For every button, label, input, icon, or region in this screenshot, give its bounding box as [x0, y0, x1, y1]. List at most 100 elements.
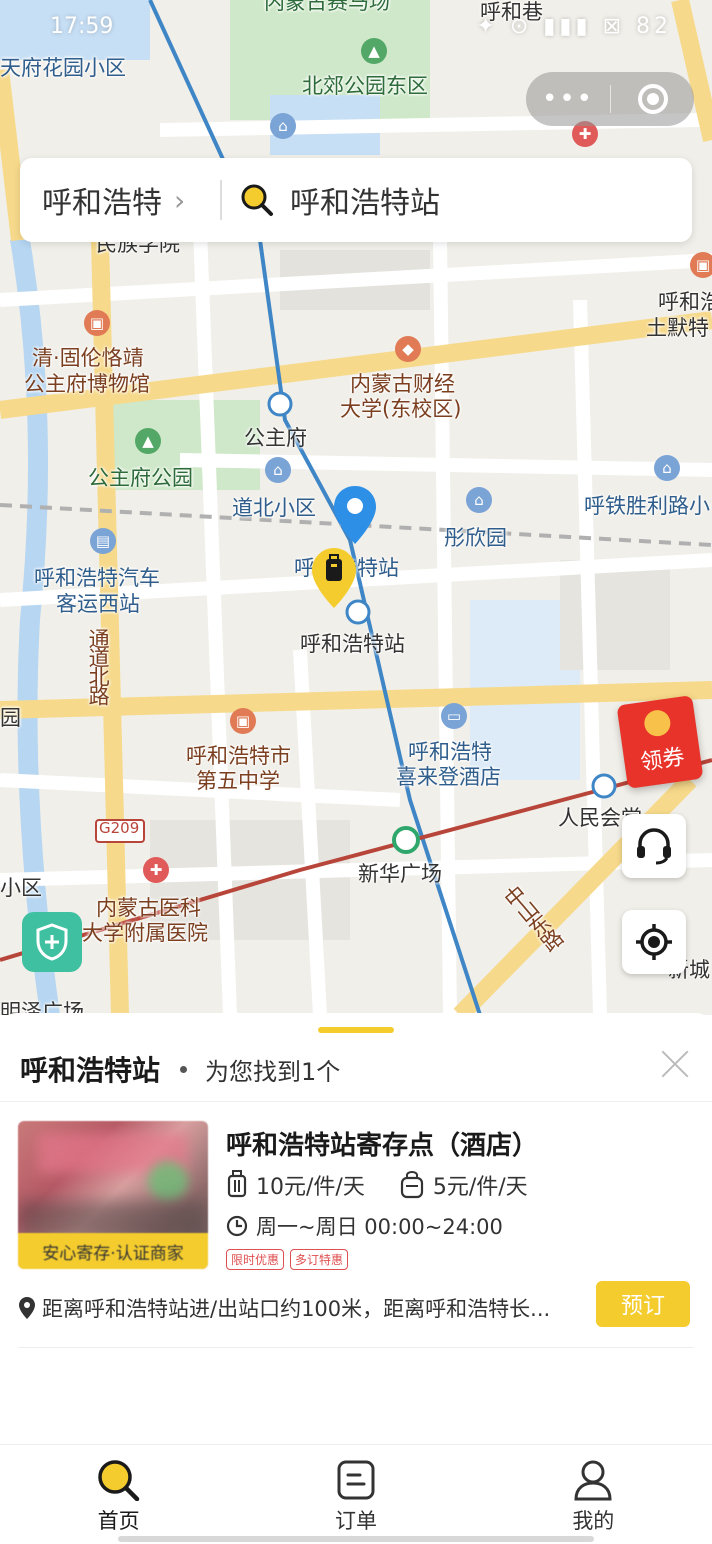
map-pin-icon [19, 1297, 35, 1319]
search-query: 呼和浩特站 [290, 186, 440, 221]
hotel-poi-icon[interactable]: ▭ [441, 703, 467, 729]
map-label: 彤欣园 [444, 526, 507, 550]
residence-poi-icon[interactable]: ⌂ [265, 457, 291, 483]
map-label: 北郊公园东区 [302, 74, 428, 98]
tab-label: 订单 [334, 1509, 377, 1533]
coupon-red-packet-button[interactable]: 领券 [616, 695, 704, 789]
map-label: 呼和浩特汽车 [34, 566, 160, 590]
business-hours: 周一~周日 00:00~24:00 [226, 1211, 503, 1241]
close-miniapp-button[interactable] [611, 84, 694, 114]
close-sheet-button[interactable] [660, 1049, 690, 1079]
sheet-header: 呼和浩特站 为您找到1个 [20, 1049, 340, 1089]
city-name: 呼和浩特 [42, 186, 162, 221]
search-icon [241, 184, 273, 216]
order-list-icon [337, 1460, 375, 1500]
customer-service-button[interactable] [622, 814, 686, 878]
tab-home[interactable]: 首页 [0, 1445, 237, 1544]
address-text: 距离呼和浩特站进/出站口约100米，距离呼和浩特长... [42, 1297, 551, 1321]
status-icons: ✦ ⊙ ▮▮▮ ⊠ 82 [476, 14, 672, 39]
school-poi-icon[interactable]: ▣ [84, 310, 110, 336]
bullet-dot [180, 1065, 188, 1073]
map-label: 公主府 [244, 426, 307, 450]
map-view[interactable]: ▲ ⌂ ▣ ◆ ▲ ⌂ ⌂ ⌂ ▤ ▣ ▭ ✚ ✚ ▣ 天府花园小区 北郊公园东… [0, 0, 712, 1015]
clock-icon [226, 1215, 248, 1237]
small-item-price: 5元/件/天 [432, 1175, 528, 1200]
promo-tags: 限时优惠 多订特惠 [226, 1249, 354, 1270]
park-poi-icon[interactable]: ▲ [135, 428, 161, 454]
divider [18, 1347, 694, 1348]
map-label: 小区 [0, 876, 42, 900]
map-label: 园 [0, 706, 21, 730]
map-label: 清·固伦恪靖 [32, 346, 144, 370]
results-title: 呼和浩特站 [20, 1054, 161, 1087]
map-label: 呼和浩特市 [186, 744, 291, 768]
hours-text: 周一~周日 00:00~24:00 [256, 1215, 503, 1239]
user-profile-icon [574, 1460, 612, 1501]
insurance-shield-button[interactable] [22, 912, 82, 972]
map-label: 呼和浩 [658, 290, 712, 314]
map-label: 公主府博物馆 [24, 372, 150, 396]
sheet-drag-handle[interactable] [318, 1027, 394, 1033]
promo-tag: 多订特惠 [290, 1249, 349, 1270]
residence-poi-icon[interactable]: ⌂ [654, 455, 680, 481]
bus-station-poi-icon[interactable]: ▤ [90, 528, 116, 554]
map-label: 内蒙古医科 [96, 896, 201, 920]
map-label: 通道北路 [86, 628, 111, 704]
map-label: 呼和浩特站 [300, 632, 405, 656]
map-label: 新华广场 [358, 862, 442, 886]
map-label: 第五中学 [196, 769, 280, 793]
status-time: 17:59 [50, 14, 114, 39]
map-label: 内蒙古财经 [350, 372, 455, 396]
map-label: 客运西站 [56, 592, 140, 616]
store-photo: 安心寄存·认证商家 [18, 1121, 208, 1269]
map-label: 道北小区 [232, 496, 316, 520]
location-pin-icon[interactable] [334, 486, 376, 548]
miniapp-capsule: ••• [526, 72, 694, 126]
book-button[interactable]: 预订 [596, 1281, 690, 1327]
map-label: 公主府公园 [88, 466, 193, 490]
results-sheet: 呼和浩特站 为您找到1个 安心寄存·认证商家 呼和浩特站寄存点（酒店） 10元/… [0, 1013, 712, 1445]
map-label: 大学(东校区) [340, 397, 462, 421]
store-card[interactable]: 安心寄存·认证商家 呼和浩特站寄存点（酒店） 10元/件/天 5元/件/天 周一… [18, 1121, 694, 1331]
backpack-icon [400, 1171, 423, 1199]
city-selector[interactable]: 呼和浩特 › [20, 178, 220, 222]
map-label: 呼铁胜利路小 [584, 494, 710, 518]
home-indicator [118, 1536, 594, 1542]
university-poi-icon[interactable]: ◆ [395, 336, 421, 362]
hospital-poi-icon[interactable]: ✚ [143, 857, 169, 883]
status-bar: 17:59 ✦ ⊙ ▮▮▮ ⊠ 82 [0, 10, 712, 46]
locate-me-button[interactable] [622, 910, 686, 974]
target-close-icon [637, 84, 668, 114]
large-item-price: 10元/件/天 [256, 1175, 365, 1200]
search-input[interactable]: 呼和浩特站 [222, 178, 440, 222]
map-label: 大学附属医院 [82, 921, 208, 945]
coupon-label: 领券 [639, 744, 687, 776]
tab-label: 首页 [97, 1509, 140, 1533]
luggage-store-pin-icon[interactable] [312, 548, 356, 612]
map-label: 天府花园小区 [0, 56, 126, 80]
results-count: 为您找到1个 [205, 1057, 341, 1086]
search-bar: 呼和浩特 › 呼和浩特站 [20, 158, 692, 242]
crosshair-icon [636, 924, 672, 960]
highway-shield-label: G209 [99, 819, 140, 837]
residence-poi-icon[interactable]: ⌂ [466, 487, 492, 513]
suitcase-icon [227, 1170, 247, 1198]
tab-orders[interactable]: 订单 [237, 1445, 474, 1544]
shop-poi-icon[interactable]: ▣ [690, 252, 712, 278]
bottom-tab-bar: 首页 订单 我的 [0, 1444, 712, 1544]
certified-badge: 安心寄存·认证商家 [18, 1233, 208, 1269]
map-label: 喜来登酒店 [396, 765, 501, 789]
headset-icon [637, 828, 671, 865]
price-row: 10元/件/天 5元/件/天 [226, 1169, 562, 1201]
store-name: 呼和浩特站寄存点（酒店） [226, 1131, 539, 1161]
shield-plus-icon [36, 923, 68, 961]
divider [0, 1101, 712, 1102]
search-home-icon [97, 1460, 139, 1501]
school-poi-icon[interactable]: ▣ [230, 708, 256, 734]
tab-mine[interactable]: 我的 [475, 1445, 712, 1544]
residence-poi-icon[interactable]: ⌂ [270, 113, 296, 139]
chevron-right-icon: › [174, 183, 186, 217]
promo-tag: 限时优惠 [226, 1249, 285, 1270]
store-address: 距离呼和浩特站进/出站口约100米，距离呼和浩特长... [18, 1293, 578, 1323]
more-menu-button[interactable]: ••• [526, 84, 610, 114]
